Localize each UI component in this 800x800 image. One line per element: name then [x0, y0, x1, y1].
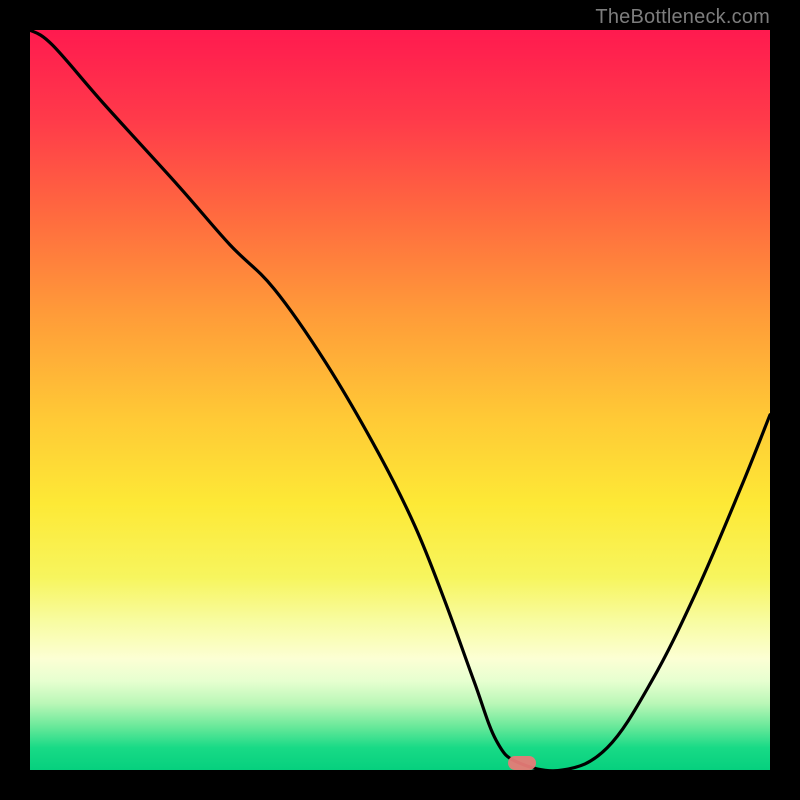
bottleneck-curve	[30, 30, 770, 771]
curve-svg	[30, 30, 770, 770]
highlight-marker	[508, 756, 536, 770]
chart-frame: TheBottleneck.com	[0, 0, 800, 800]
plot-area	[30, 30, 770, 770]
attribution-label: TheBottleneck.com	[595, 6, 770, 29]
